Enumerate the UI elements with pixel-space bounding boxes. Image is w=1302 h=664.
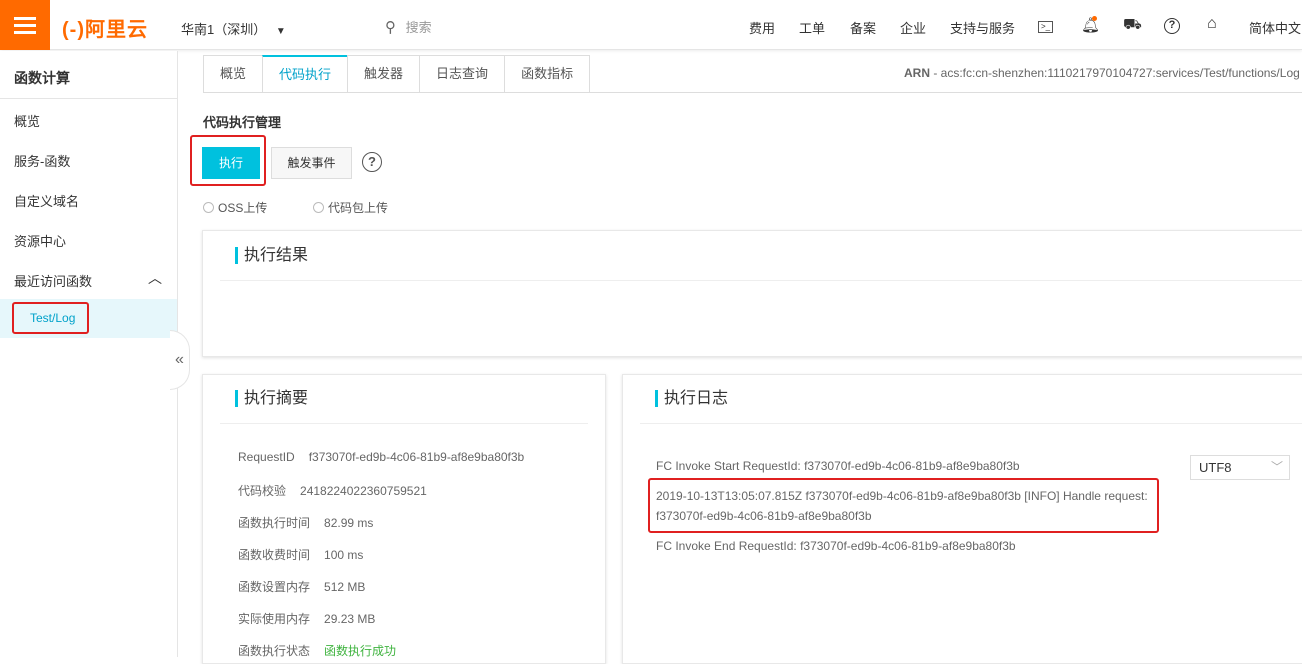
- search-placeholder: 搜索: [405, 20, 432, 35]
- summary-row: 代码校验 2418224022360759521: [238, 484, 427, 498]
- tab-metrics[interactable]: 函数指标: [504, 55, 591, 93]
- tab-overview[interactable]: 概览: [203, 55, 263, 93]
- arn-value: - acs:fc:cn-shenzhen:1110217970104727:se…: [930, 66, 1300, 80]
- summary-row: RequestID f373070f-ed9b-4c06-81b9-af8e9ba…: [238, 450, 525, 464]
- radio-oss-upload[interactable]: OSS上传: [203, 199, 267, 216]
- help-icon[interactable]: ?: [1164, 18, 1180, 34]
- region-label: 华南1（深圳）: [181, 22, 267, 37]
- terminal-icon[interactable]: >_: [1038, 21, 1053, 33]
- sidebar-item-overview[interactable]: 概览: [14, 111, 40, 130]
- aliyun-logo[interactable]: (-)阿里云: [62, 13, 148, 42]
- nav-tickets[interactable]: 工单: [799, 18, 825, 37]
- highlight-box: [648, 478, 1159, 533]
- summary-row: 实际使用内存 29.23 MB: [238, 612, 376, 626]
- arn-label: ARN: [904, 66, 930, 80]
- run-button[interactable]: 执行: [202, 147, 260, 179]
- trigger-event-button[interactable]: 触发事件: [271, 147, 352, 179]
- nav-support[interactable]: 支持与服务: [950, 18, 1015, 37]
- section-title: 代码执行管理: [203, 115, 282, 130]
- summary-row: 函数执行时间 82.99 ms: [238, 516, 374, 530]
- radio-label: OSS上传: [218, 201, 268, 215]
- menu-button[interactable]: [0, 0, 50, 50]
- sidebar-item-recent[interactable]: 最近访问函数: [14, 271, 92, 290]
- chevron-up-icon[interactable]: ︿: [148, 268, 162, 288]
- help-icon[interactable]: ?: [362, 152, 382, 172]
- region-selector[interactable]: 华南1（深圳） ▼: [181, 19, 286, 38]
- sidebar-item-services[interactable]: 服务-函数: [14, 151, 70, 170]
- result-panel: [202, 230, 1302, 357]
- tab-bar: 概览 代码执行 触发器 日志查询 函数指标: [203, 55, 591, 93]
- tab-code-execution[interactable]: 代码执行: [262, 55, 348, 93]
- home-icon[interactable]: ⌂: [1207, 15, 1217, 33]
- log-line: f373070f-ed9b-4c06-81b9-af8e9ba80f3b: [656, 509, 872, 523]
- log-line: 2019-10-13T13:05:07.815Z f373070f-ed9b-4…: [656, 489, 1148, 503]
- log-title: 执行日志: [655, 390, 728, 407]
- recent-function-test-log[interactable]: Test/Log: [30, 311, 75, 325]
- radio-zip-upload[interactable]: 代码包上传: [313, 199, 388, 216]
- caret-down-icon: ▼: [275, 26, 286, 37]
- result-title: 执行结果: [235, 247, 308, 264]
- sidebar-title: 函数计算: [14, 70, 70, 86]
- search-icon: ⚲: [385, 19, 396, 36]
- encoding-value: UTF8: [1199, 460, 1232, 475]
- radio-icon: [313, 202, 324, 213]
- tab-triggers[interactable]: 触发器: [347, 55, 420, 93]
- radio-icon: [203, 202, 214, 213]
- log-line: FC Invoke Start RequestId: f373070f-ed9b…: [656, 459, 1020, 473]
- summary-row: 函数执行状态 函数执行成功: [238, 644, 397, 658]
- encoding-select[interactable]: UTF8 ﹀: [1190, 455, 1290, 480]
- summary-row: 函数设置内存 512 MB: [238, 580, 366, 594]
- sidebar: [0, 51, 178, 657]
- sidebar-item-custom-domain[interactable]: 自定义域名: [14, 191, 79, 210]
- search-box[interactable]: ⚲ 搜索: [385, 17, 432, 36]
- arn-text: ARN - acs:fc:cn-shenzhen:111021797010472…: [904, 66, 1300, 80]
- radio-label: 代码包上传: [328, 201, 389, 215]
- chevron-down-icon: ﹀: [1270, 460, 1283, 474]
- summary-title: 执行摘要: [235, 390, 308, 407]
- log-line: FC Invoke End RequestId: f373070f-ed9b-4…: [656, 539, 1016, 553]
- collapse-sidebar-button[interactable]: «: [170, 330, 190, 390]
- language-selector[interactable]: 简体中文: [1249, 18, 1301, 37]
- sidebar-item-resources[interactable]: 资源中心: [14, 231, 66, 250]
- nav-icp[interactable]: 备案: [850, 18, 876, 37]
- summary-row: 函数收费时间 100 ms: [238, 548, 364, 562]
- status-success: 函数执行成功: [324, 644, 397, 658]
- nav-fees[interactable]: 费用: [749, 18, 775, 37]
- bell-icon[interactable]: 🔔︎: [1081, 16, 1100, 34]
- nav-enterprise[interactable]: 企业: [900, 18, 926, 37]
- cart-icon[interactable]: ⛟: [1123, 16, 1142, 35]
- tab-log-query[interactable]: 日志查询: [419, 55, 505, 93]
